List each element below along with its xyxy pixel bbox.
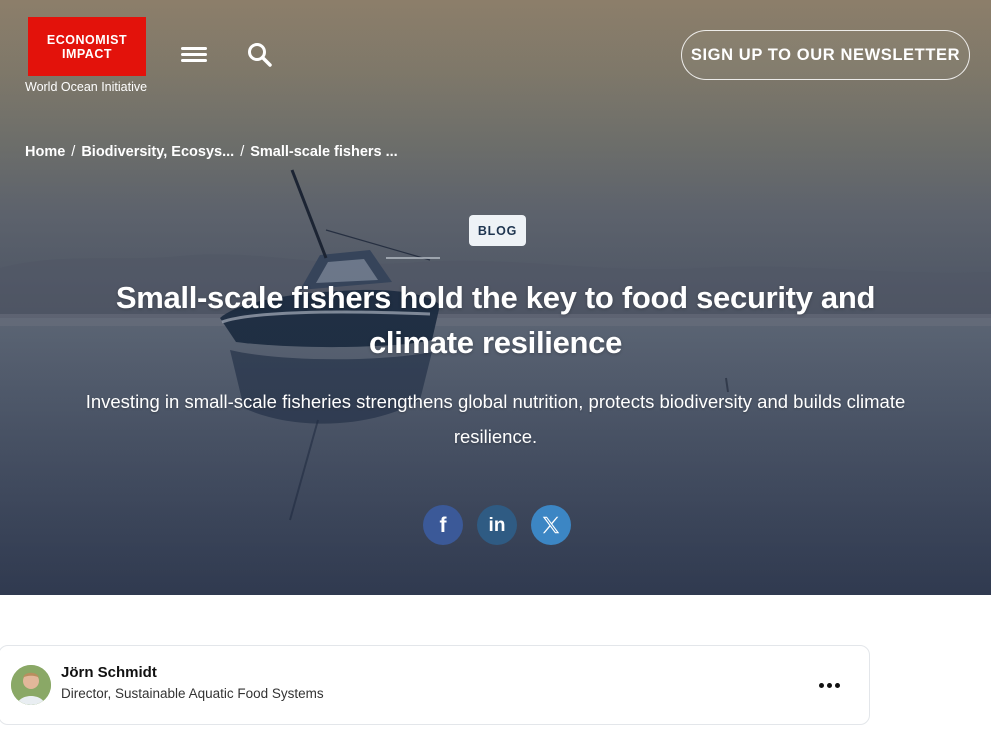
economist-impact-logo[interactable]: ECONOMIST IMPACT: [28, 17, 146, 76]
breadcrumb-home[interactable]: Home: [25, 144, 65, 160]
linkedin-icon: in: [488, 514, 506, 536]
menu-bar: [181, 53, 207, 56]
avatar-image: [11, 665, 51, 705]
dot: [826, 682, 832, 688]
author-role: Director, Sustainable Aquatic Food Syste…: [61, 686, 324, 701]
more-options-icon[interactable]: [815, 675, 843, 695]
breadcrumb: Home / Biodiversity, Ecosys... / Small-s…: [25, 144, 398, 160]
breadcrumb-separator: /: [240, 144, 245, 160]
logo-line-2: IMPACT: [62, 46, 112, 61]
logo-line-1: ECONOMIST: [46, 32, 128, 47]
author-avatar: [11, 665, 51, 705]
search-icon-glyph: [248, 43, 272, 67]
dot: [818, 682, 824, 688]
hamburger-menu-icon[interactable]: [181, 44, 209, 66]
breadcrumb-category[interactable]: Biodiversity, Ecosys...: [81, 144, 234, 160]
dot: [834, 682, 840, 688]
share-linkedin-button[interactable]: in: [477, 505, 517, 545]
author-name[interactable]: Jörn Schmidt: [61, 664, 157, 681]
menu-bar: [181, 59, 207, 62]
content-type-badge[interactable]: BLOG: [469, 215, 526, 246]
share-x-button[interactable]: [531, 505, 571, 545]
search-icon[interactable]: [245, 40, 275, 70]
breadcrumb-separator: /: [71, 144, 76, 160]
facebook-icon: f: [439, 513, 447, 537]
logo-subtitle: World Ocean Initiative: [25, 80, 148, 94]
newsletter-signup-button[interactable]: SIGN UP TO OUR NEWSLETTER: [681, 30, 970, 80]
article-subtitle: Investing in small-scale fisheries stren…: [85, 391, 906, 447]
author-card: Jörn Schmidt Director, Sustainable Aquat…: [0, 645, 870, 725]
article-title: Small-scale fishers hold the key to food…: [115, 280, 876, 360]
hero-banner: ECONOMIST IMPACT World Ocean Initiative …: [0, 0, 991, 595]
x-logo-icon: [542, 516, 560, 534]
menu-bar: [181, 47, 207, 50]
share-facebook-button[interactable]: f: [423, 505, 463, 545]
breadcrumb-current[interactable]: Small-scale fishers ...: [250, 144, 398, 160]
